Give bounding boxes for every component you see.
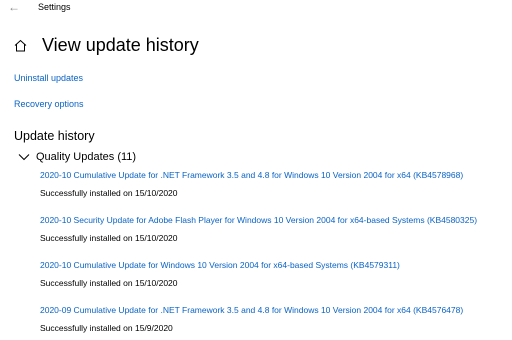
quality-updates-label: Quality Updates (11) — [36, 150, 137, 163]
title-bar: ← Settings — [0, 0, 512, 16]
update-item: 2020-10 Security Update for Adobe Flash … — [40, 212, 510, 257]
update-title-link[interactable]: 2020-09 Cumulative Update for .NET Frame… — [40, 305, 463, 315]
update-status: Successfully installed on 15/10/2020 — [40, 278, 178, 288]
quality-updates-group-toggle[interactable]: Quality Updates (11) — [18, 150, 136, 164]
recovery-options-link[interactable]: Recovery options — [14, 99, 84, 110]
page-title: View update history — [42, 35, 199, 55]
update-status: Successfully installed on 15/9/2020 — [40, 323, 173, 333]
app-title: Settings — [38, 2, 71, 12]
update-status: Successfully installed on 15/10/2020 — [40, 233, 178, 243]
update-title-link[interactable]: 2020-10 Cumulative Update for .NET Frame… — [40, 170, 463, 180]
update-history-heading: Update history — [14, 129, 95, 143]
update-item: 2020-09 Cumulative Update for .NET Frame… — [40, 302, 510, 340]
home-icon[interactable] — [14, 39, 27, 52]
update-title-link[interactable]: 2020-10 Security Update for Adobe Flash … — [40, 215, 477, 225]
page-header: View update history — [0, 30, 512, 60]
chevron-down-icon — [18, 154, 30, 161]
back-arrow-icon[interactable]: ← — [8, 1, 20, 13]
uninstall-updates-link[interactable]: Uninstall updates — [14, 73, 83, 84]
update-list: 2020-10 Cumulative Update for .NET Frame… — [40, 167, 510, 340]
update-item: 2020-10 Cumulative Update for Windows 10… — [40, 257, 510, 302]
update-item: 2020-10 Cumulative Update for .NET Frame… — [40, 167, 510, 212]
update-status: Successfully installed on 15/10/2020 — [40, 188, 178, 198]
update-title-link[interactable]: 2020-10 Cumulative Update for Windows 10… — [40, 260, 400, 270]
settings-window: ← Settings View update history Uninstall… — [0, 0, 512, 340]
